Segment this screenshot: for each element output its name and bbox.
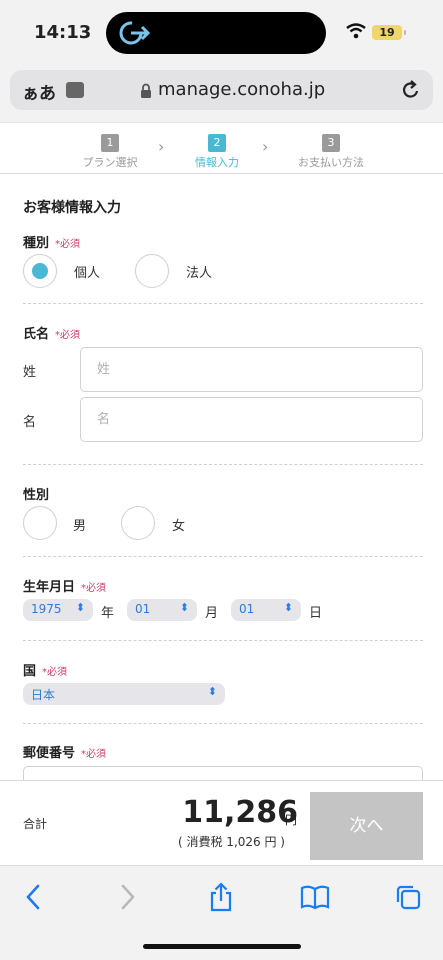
- select-arrows-icon: ⬍: [75, 601, 85, 614]
- lock-icon: [141, 83, 151, 98]
- total-amount: 11,286: [182, 795, 298, 830]
- step-number: 1: [101, 134, 119, 152]
- browser-address-area: ぁあ manage.conoha.jp: [0, 62, 443, 122]
- required-mark: *必須: [81, 583, 107, 594]
- step-indicator: 1 プラン選択 › 2 情報入力 › 3 お支払い方法: [0, 122, 443, 174]
- browser-toolbar: [0, 866, 443, 960]
- type-label: 種別 *必須: [23, 236, 81, 251]
- month-unit: 月: [205, 606, 219, 621]
- divider: [23, 640, 423, 641]
- total-bar: 合計 11,286 円 ( 消費税 1,026 円 ) 次へ: [0, 780, 443, 866]
- year-unit: 年: [101, 606, 115, 621]
- step-label: プラン選択: [82, 156, 138, 169]
- gender-male-radio[interactable]: [23, 506, 57, 540]
- gender-female-label: 女: [172, 519, 186, 534]
- birthday-label: 生年月日 *必須: [23, 580, 107, 595]
- text-size-button[interactable]: ぁあ: [22, 79, 56, 104]
- extension-icon[interactable]: [66, 82, 84, 98]
- forward-icon[interactable]: [117, 882, 139, 912]
- type-corporate-radio[interactable]: [135, 254, 169, 288]
- step-number: 2: [208, 134, 226, 152]
- divider: [23, 556, 423, 557]
- postal-label: 郵便番号 *必須: [23, 746, 107, 761]
- select-arrows-icon: ⬍: [283, 601, 293, 614]
- gender-label: 性別: [23, 488, 50, 503]
- name-label: 氏名 *必須: [23, 327, 81, 342]
- country-label: 国 *必須: [23, 664, 68, 679]
- required-mark: *必須: [81, 749, 107, 760]
- type-corporate-label: 法人: [186, 266, 213, 281]
- gender-female-radio[interactable]: [121, 506, 155, 540]
- chevron-right-icon: ›: [158, 137, 165, 156]
- divider: [23, 723, 423, 724]
- step-info: 2 情報入力: [167, 131, 267, 170]
- birth-year-select[interactable]: 1975 ⬍: [23, 599, 93, 621]
- birth-day-select[interactable]: 01 ⬍: [231, 599, 301, 621]
- total-label: 合計: [23, 817, 48, 831]
- clock: 14:13: [34, 22, 92, 43]
- page-title: お客様情報入力: [23, 200, 121, 216]
- birth-month-select[interactable]: 01 ⬍: [127, 599, 197, 621]
- step-plan: 1 プラン選択: [60, 131, 160, 170]
- last-name-input[interactable]: [80, 347, 423, 392]
- country-select[interactable]: 日本 ⬍: [23, 683, 225, 705]
- type-individual-label: 個人: [74, 266, 101, 281]
- type-individual-radio[interactable]: [23, 254, 57, 288]
- reload-icon[interactable]: [401, 79, 421, 101]
- currency-unit: 円: [285, 813, 298, 827]
- share-icon[interactable]: [207, 882, 235, 912]
- address-bar[interactable]: ぁあ manage.conoha.jp: [10, 70, 433, 110]
- step-number: 3: [322, 134, 340, 152]
- first-name-input[interactable]: [80, 397, 423, 442]
- back-icon[interactable]: [22, 882, 44, 912]
- select-arrows-icon: ⬍: [179, 601, 189, 614]
- status-bar: 14:13 19: [0, 0, 443, 62]
- required-mark: *必須: [55, 239, 81, 250]
- chevron-right-icon: ›: [262, 137, 269, 156]
- url-text[interactable]: manage.conoha.jp: [158, 79, 325, 100]
- gender-male-label: 男: [73, 519, 87, 534]
- home-indicator: [143, 944, 301, 949]
- tabs-icon[interactable]: [394, 882, 422, 912]
- tax-note: ( 消費税 1,026 円 ): [178, 835, 285, 849]
- select-arrows-icon: ⬍: [207, 685, 217, 698]
- battery-indicator: 19: [372, 25, 406, 40]
- wifi-icon: [346, 23, 366, 39]
- external-display-icon: [119, 21, 151, 45]
- divider: [23, 464, 423, 465]
- step-payment: 3 お支払い方法: [281, 131, 381, 170]
- step-label: お支払い方法: [298, 156, 364, 169]
- dynamic-island: [106, 12, 326, 54]
- first-name-label: 名: [23, 415, 37, 430]
- day-unit: 日: [309, 606, 323, 621]
- bookmarks-icon[interactable]: [299, 882, 331, 912]
- divider: [23, 303, 423, 304]
- required-mark: *必須: [42, 667, 68, 678]
- last-name-label: 姓: [23, 365, 37, 380]
- next-button[interactable]: 次へ: [310, 792, 423, 860]
- required-mark: *必須: [55, 330, 81, 341]
- step-label: 情報入力: [195, 156, 239, 169]
